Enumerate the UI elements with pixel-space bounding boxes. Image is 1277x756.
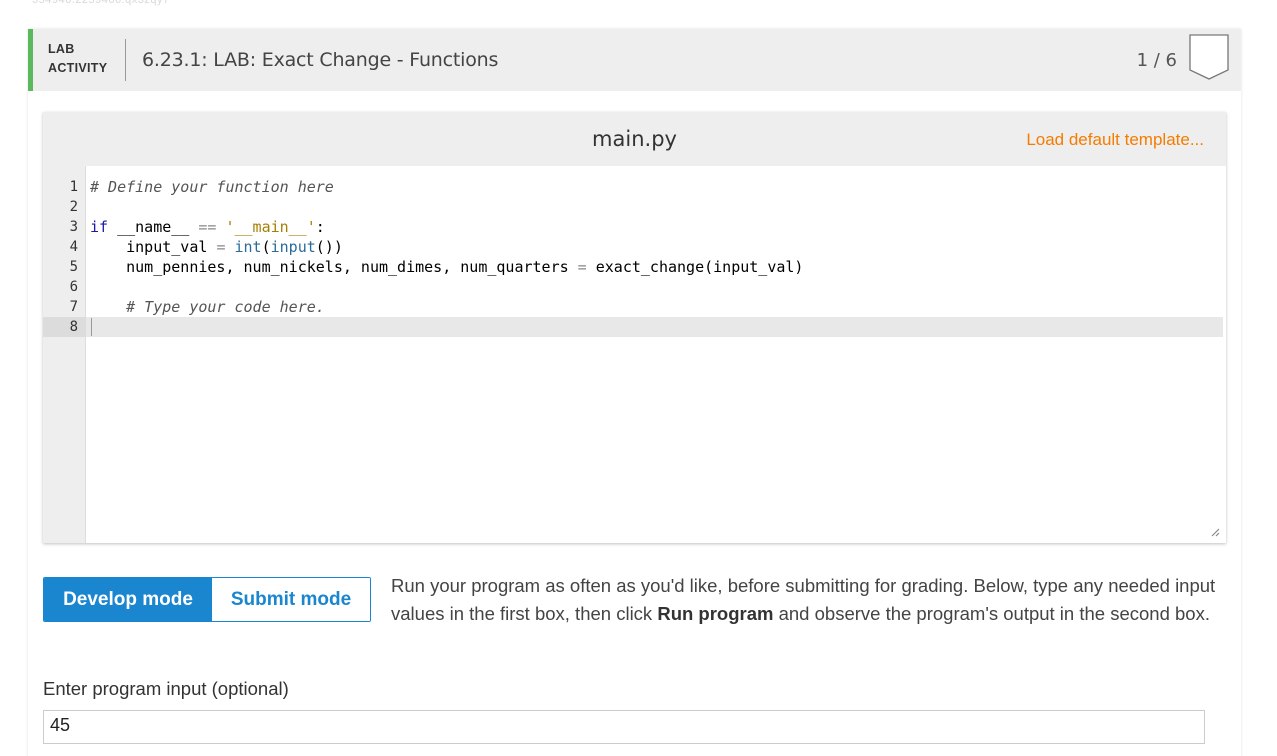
lab-activity-card: LAB ACTIVITY 6.23.1: LAB: Exact Change -…	[28, 29, 1241, 756]
code-line: # Type your code here.	[126, 298, 325, 316]
program-input-label: Enter program input (optional)	[43, 678, 289, 699]
activity-id-text: 554946.2259466.qx3zqy7	[32, 0, 170, 6]
code-editor: main.py Load default template... 1 2 3 4…	[43, 112, 1226, 543]
line-number: 8	[69, 319, 78, 335]
mode-description: Run your program as often as you'd like,…	[391, 572, 1221, 628]
tag-line-2: ACTIVITY	[48, 61, 108, 75]
line-number: 6	[69, 279, 78, 295]
run-program-emphasis: Run program	[657, 603, 774, 624]
activity-header: LAB ACTIVITY 6.23.1: LAB: Exact Change -…	[28, 29, 1241, 91]
line-number-gutter: 1 2 3 4 5 6 7 8	[43, 166, 86, 543]
editor-header: main.py Load default template...	[43, 112, 1226, 166]
code-line: input_val = int(input())	[90, 238, 343, 256]
lab-activity-tag: LAB ACTIVITY	[48, 40, 107, 78]
line-number: 2	[69, 199, 78, 215]
completion-badge-icon	[1189, 34, 1229, 80]
line-number: 5	[69, 259, 78, 275]
code-line: # Define your function here	[90, 178, 334, 196]
active-line-highlight	[86, 317, 1223, 337]
line-number: 4	[69, 239, 78, 255]
line-number: 1	[69, 179, 78, 195]
text-cursor	[91, 318, 92, 336]
program-input-field[interactable]: 45	[43, 710, 1205, 744]
mode-toggle: Develop mode Submit mode	[43, 577, 371, 622]
code-line: num_pennies, num_nickels, num_dimes, num…	[90, 258, 804, 276]
line-number: 7	[69, 299, 78, 315]
submit-mode-button[interactable]: Submit mode	[212, 578, 370, 621]
resize-handle-icon[interactable]	[1211, 528, 1220, 537]
code-line: if __name__ == '__main__':	[90, 218, 325, 236]
line-number: 3	[69, 219, 78, 235]
develop-mode-button[interactable]: Develop mode	[44, 578, 212, 621]
load-default-template-link[interactable]: Load default template...	[1026, 130, 1204, 150]
activity-title: 6.23.1: LAB: Exact Change - Functions	[142, 49, 499, 71]
description-text-end: and observe the program's output in the …	[773, 603, 1210, 624]
header-divider	[125, 39, 126, 81]
progress-counter: 1 / 6	[1136, 50, 1177, 71]
code-text-area[interactable]: # Define your function here if __name__ …	[86, 166, 1226, 543]
tag-line-1: LAB	[48, 42, 75, 56]
